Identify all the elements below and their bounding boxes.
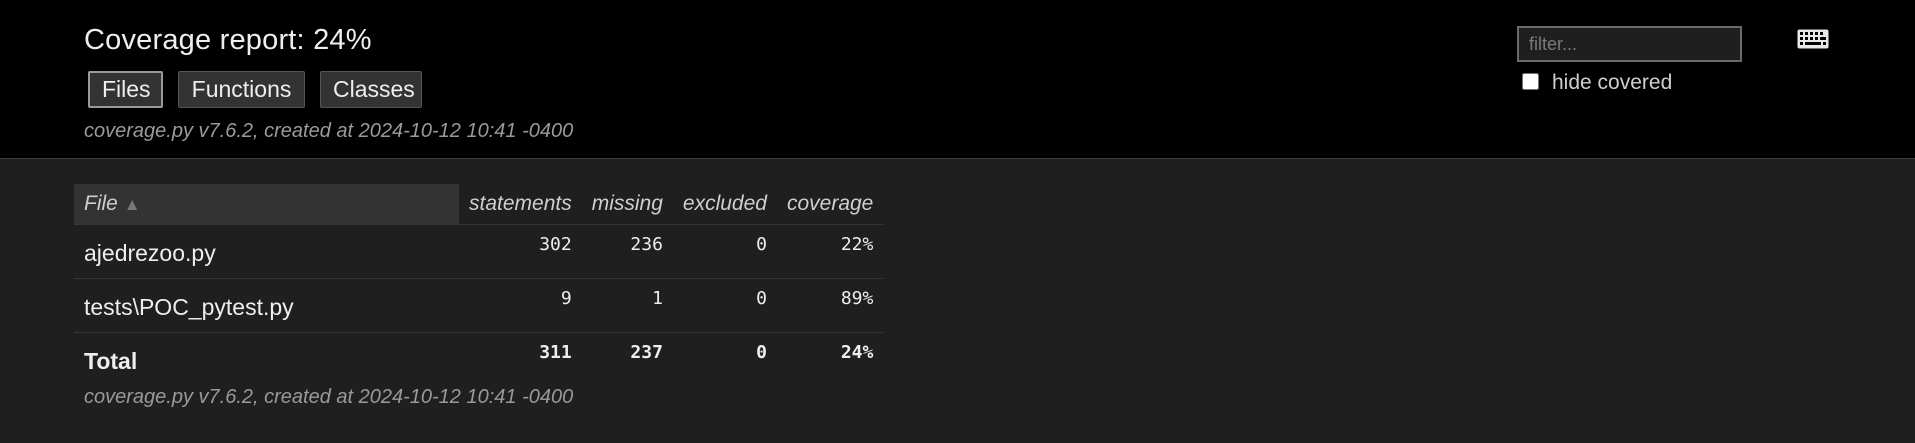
total-label: Total [74,332,459,386]
column-header-statements[interactable]: statements [459,184,582,225]
coverage-cell: 22% [776,224,884,279]
total-excluded: 0 [672,332,777,386]
table-row: tests\POC_pytest.py 9 1 0 89% [74,278,884,333]
coverage-table: File ▲ statements missing excluded cover… [74,184,884,386]
column-header-file[interactable]: File ▲ [74,184,459,225]
column-header-file-label: File [84,192,118,215]
table-row: ajedrezoo.py 302 236 0 22% [74,224,884,279]
page-title: Coverage report: 24% [84,24,372,56]
hide-covered-label[interactable]: hide covered [1552,71,1672,95]
statements-cell: 302 [459,224,582,279]
missing-cell: 236 [581,224,673,279]
statements-cell: 9 [459,278,582,333]
excluded-cell: 0 [672,278,777,333]
total-statements: 311 [459,332,582,386]
missing-cell: 1 [581,278,673,333]
footer-created-info: coverage.py v7.6.2, created at 2024-10-1… [84,386,574,408]
file-link[interactable]: tests\POC_pytest.py [74,278,459,333]
column-header-excluded[interactable]: excluded [673,184,777,225]
filter-input[interactable] [1517,26,1742,62]
hide-covered-checkbox[interactable] [1522,73,1539,90]
total-coverage: 24% [776,332,884,386]
total-missing: 237 [581,332,673,386]
file-link[interactable]: ajedrezoo.py [74,224,459,279]
keyboard-icon[interactable] [1797,29,1829,49]
sort-ascending-icon: ▲ [123,195,141,214]
report-header: Coverage report: 24% Files Functions Cla… [0,0,1915,159]
coverage-cell: 89% [776,278,884,333]
table-header-row: File ▲ statements missing excluded cover… [74,184,883,225]
excluded-cell: 0 [672,224,777,279]
created-info: coverage.py v7.6.2, created at 2024-10-1… [84,120,574,142]
column-header-missing[interactable]: missing [582,184,673,225]
tab-files[interactable]: Files [88,71,163,108]
column-header-coverage[interactable]: coverage [777,184,883,225]
tab-functions[interactable]: Functions [178,71,305,108]
tab-classes[interactable]: Classes [320,71,422,108]
total-row: Total 311 237 0 24% [74,332,884,386]
